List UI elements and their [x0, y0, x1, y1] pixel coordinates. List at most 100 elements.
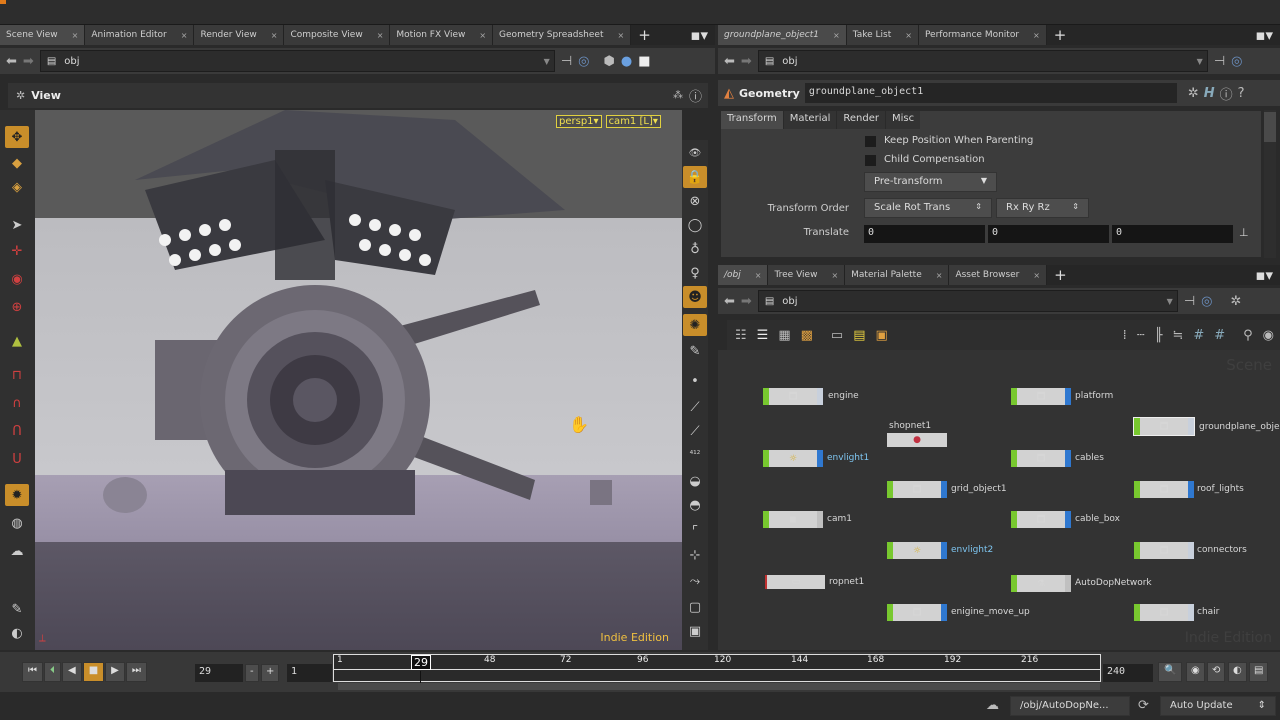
wireframe-icon[interactable]: ✺ — [683, 314, 707, 336]
background-icon[interactable]: ■ — [638, 54, 650, 69]
param-tab-render[interactable]: Render — [837, 111, 886, 129]
eye-icon[interactable]: ◉ — [1263, 328, 1274, 343]
stop-icon[interactable]: ■ — [82, 662, 105, 682]
forward-arrow-icon[interactable]: ➡ — [741, 294, 752, 309]
tab-tree-view[interactable]: Tree View × — [768, 265, 846, 285]
loop-icon[interactable]: ⟲ — [1207, 662, 1226, 682]
pane-menu-icon[interactable]: ▪▾ — [1248, 265, 1280, 285]
close-icon[interactable]: × — [905, 31, 912, 40]
node-groundplane-object1[interactable]: 🗖 — [1133, 417, 1195, 436]
frame-increment-button[interactable]: + — [261, 664, 280, 682]
frame-decrement-button[interactable]: - — [245, 664, 259, 682]
back-arrow-icon[interactable]: ⬅ — [6, 54, 17, 69]
gear-icon[interactable]: ✲ — [1188, 86, 1199, 101]
distribute-icon[interactable]: ≒ — [1172, 328, 1183, 343]
pin-icon[interactable]: ⊣ — [561, 54, 572, 69]
tab-composite-view[interactable]: Composite View × — [284, 25, 391, 45]
display-cube-icon[interactable]: ⬢ — [603, 54, 614, 69]
close-icon[interactable]: × — [831, 271, 838, 280]
step-back-key-icon[interactable]: ⏴ — [44, 662, 61, 682]
render-region-icon[interactable]: ▣ — [683, 620, 707, 642]
list-icon[interactable]: ☰ — [757, 328, 769, 343]
realtime-icon[interactable]: ◉ — [1186, 662, 1205, 682]
scope-icon[interactable]: ◐ — [5, 622, 29, 644]
translate-z-field[interactable]: 0 — [1112, 225, 1233, 243]
end-frame-field[interactable]: 240 — [1103, 664, 1153, 682]
viewport[interactable]: persp1▾ cam1 [L]▾ ✋ Indie Edition ⟂ — [35, 110, 682, 650]
info-icon[interactable]: ⓘ — [1220, 84, 1233, 103]
subnet-icon[interactable]: ▣ — [876, 328, 888, 343]
render-icon[interactable]: ✹ — [5, 484, 29, 506]
node-envlight2[interactable]: ☼ — [887, 542, 947, 559]
translate-y-field[interactable]: 0 — [988, 225, 1109, 243]
close-icon[interactable]: × — [377, 31, 384, 40]
sim-icon[interactable]: ☁ — [986, 698, 999, 713]
transform-order-menu[interactable]: Scale Rot Trans ⇕ — [864, 198, 992, 218]
corner-icon[interactable]: ⌜ — [683, 520, 707, 542]
grid-snap-icon[interactable]: ⊹ — [683, 544, 707, 566]
pane-menu-icon[interactable]: ▪▾ — [1248, 25, 1280, 45]
close-icon[interactable]: × — [271, 31, 278, 40]
close-icon[interactable]: × — [755, 271, 762, 280]
chevron-down-icon[interactable]: ▼ — [1167, 297, 1173, 306]
tab-performance-monitor[interactable]: Performance Monitor × — [918, 25, 1047, 45]
snap-point-icon[interactable]: ✎ — [683, 340, 707, 362]
link-icon[interactable]: ◎ — [1231, 54, 1242, 69]
help-icon[interactable]: ? — [1238, 86, 1245, 101]
close-icon[interactable]: × — [1033, 31, 1040, 40]
sim-path-menu[interactable]: /obj/AutoDopNe... — [1010, 696, 1130, 716]
path-field[interactable]: ▤ obj ▼ — [757, 50, 1208, 72]
close-icon[interactable]: × — [833, 31, 840, 40]
param-scrollbar[interactable] — [1264, 110, 1276, 258]
help-icon[interactable]: ⓘ — [689, 86, 702, 105]
persp-menu[interactable]: persp1▾ — [556, 115, 602, 128]
node-autodopnetwork[interactable]: ⚗ — [1011, 575, 1071, 592]
chevron-down-icon[interactable]: ▼ — [544, 57, 550, 66]
link-icon[interactable]: ◎ — [1201, 294, 1212, 309]
tab-animation-editor[interactable]: Animation Editor × — [85, 25, 195, 45]
refresh-icon[interactable]: ⟳ — [1138, 698, 1149, 713]
update-mode-menu[interactable]: Auto Update ⇕ — [1160, 696, 1276, 716]
scale-icon[interactable]: ⊕ — [5, 296, 29, 318]
snap-grid-icon[interactable]: Ո — [5, 420, 29, 442]
pin-light-icon[interactable]: ♀ — [683, 262, 707, 284]
path-field[interactable]: ▤ obj ▼ — [39, 50, 555, 72]
timeline-ruler[interactable]: 1 48 72 96 120 144 168 192 216 29 — [333, 654, 1101, 683]
camera-icon[interactable]: ◍ — [5, 512, 29, 534]
number-icon[interactable]: ⁴¹² — [683, 444, 707, 466]
child-compensation-checkbox[interactable] — [865, 155, 876, 166]
add-tab-icon[interactable]: + — [1047, 25, 1074, 45]
light-icon[interactable]: ☁ — [5, 540, 29, 562]
tab-render-view[interactable]: Render View × — [194, 25, 285, 45]
current-frame-field[interactable]: 29 — [195, 664, 243, 682]
node-roof-lights[interactable]: 🗖 — [1134, 481, 1194, 498]
grid-snap-icon[interactable]: # — [1193, 328, 1204, 343]
tab-take-list[interactable]: Take List × — [846, 25, 919, 45]
sphere-icon[interactable]: ◯ — [683, 214, 707, 236]
magnet-2-icon[interactable]: Ս — [5, 448, 29, 470]
start-frame-field[interactable]: 1 — [287, 664, 332, 682]
global-anim-icon[interactable]: ▤ — [1249, 662, 1269, 682]
close-icon[interactable]: × — [181, 31, 188, 40]
node-engine[interactable]: 🗖 — [763, 388, 823, 405]
playhead[interactable]: 29 — [411, 655, 431, 670]
node-enigine-move-up[interactable]: 🗖 — [887, 604, 947, 621]
node-ropnet1[interactable]: ▭ — [765, 575, 825, 589]
add-tab-icon[interactable]: + — [631, 25, 658, 45]
houdini-h-icon[interactable]: H — [1204, 86, 1215, 101]
rotate-tool-icon[interactable]: ◈ — [5, 176, 29, 198]
node-cable-box[interactable]: 🗖 — [1011, 511, 1071, 528]
shade-icon[interactable]: ◒ — [683, 470, 707, 492]
handle-icon[interactable]: ✛ — [5, 240, 29, 262]
cam-menu[interactable]: cam1 [L]▾ — [605, 115, 661, 128]
pin-icon[interactable]: ⊣ — [1184, 294, 1195, 309]
play-icon[interactable]: ▶ — [105, 662, 125, 682]
camera-lock-icon[interactable]: ⊗ — [683, 190, 707, 212]
node-envlight1[interactable]: ☼ — [763, 450, 823, 467]
translate-x-field[interactable]: 0 — [864, 225, 985, 243]
search-icon[interactable]: ⚲ — [1243, 328, 1253, 343]
snap-icon[interactable]: ∩ — [5, 392, 29, 414]
gear-icon[interactable]: ✲ — [1230, 294, 1241, 309]
node-name-field[interactable]: groundplane_object1 — [804, 83, 1177, 103]
normal-icon[interactable]: ⟋ — [683, 420, 707, 442]
